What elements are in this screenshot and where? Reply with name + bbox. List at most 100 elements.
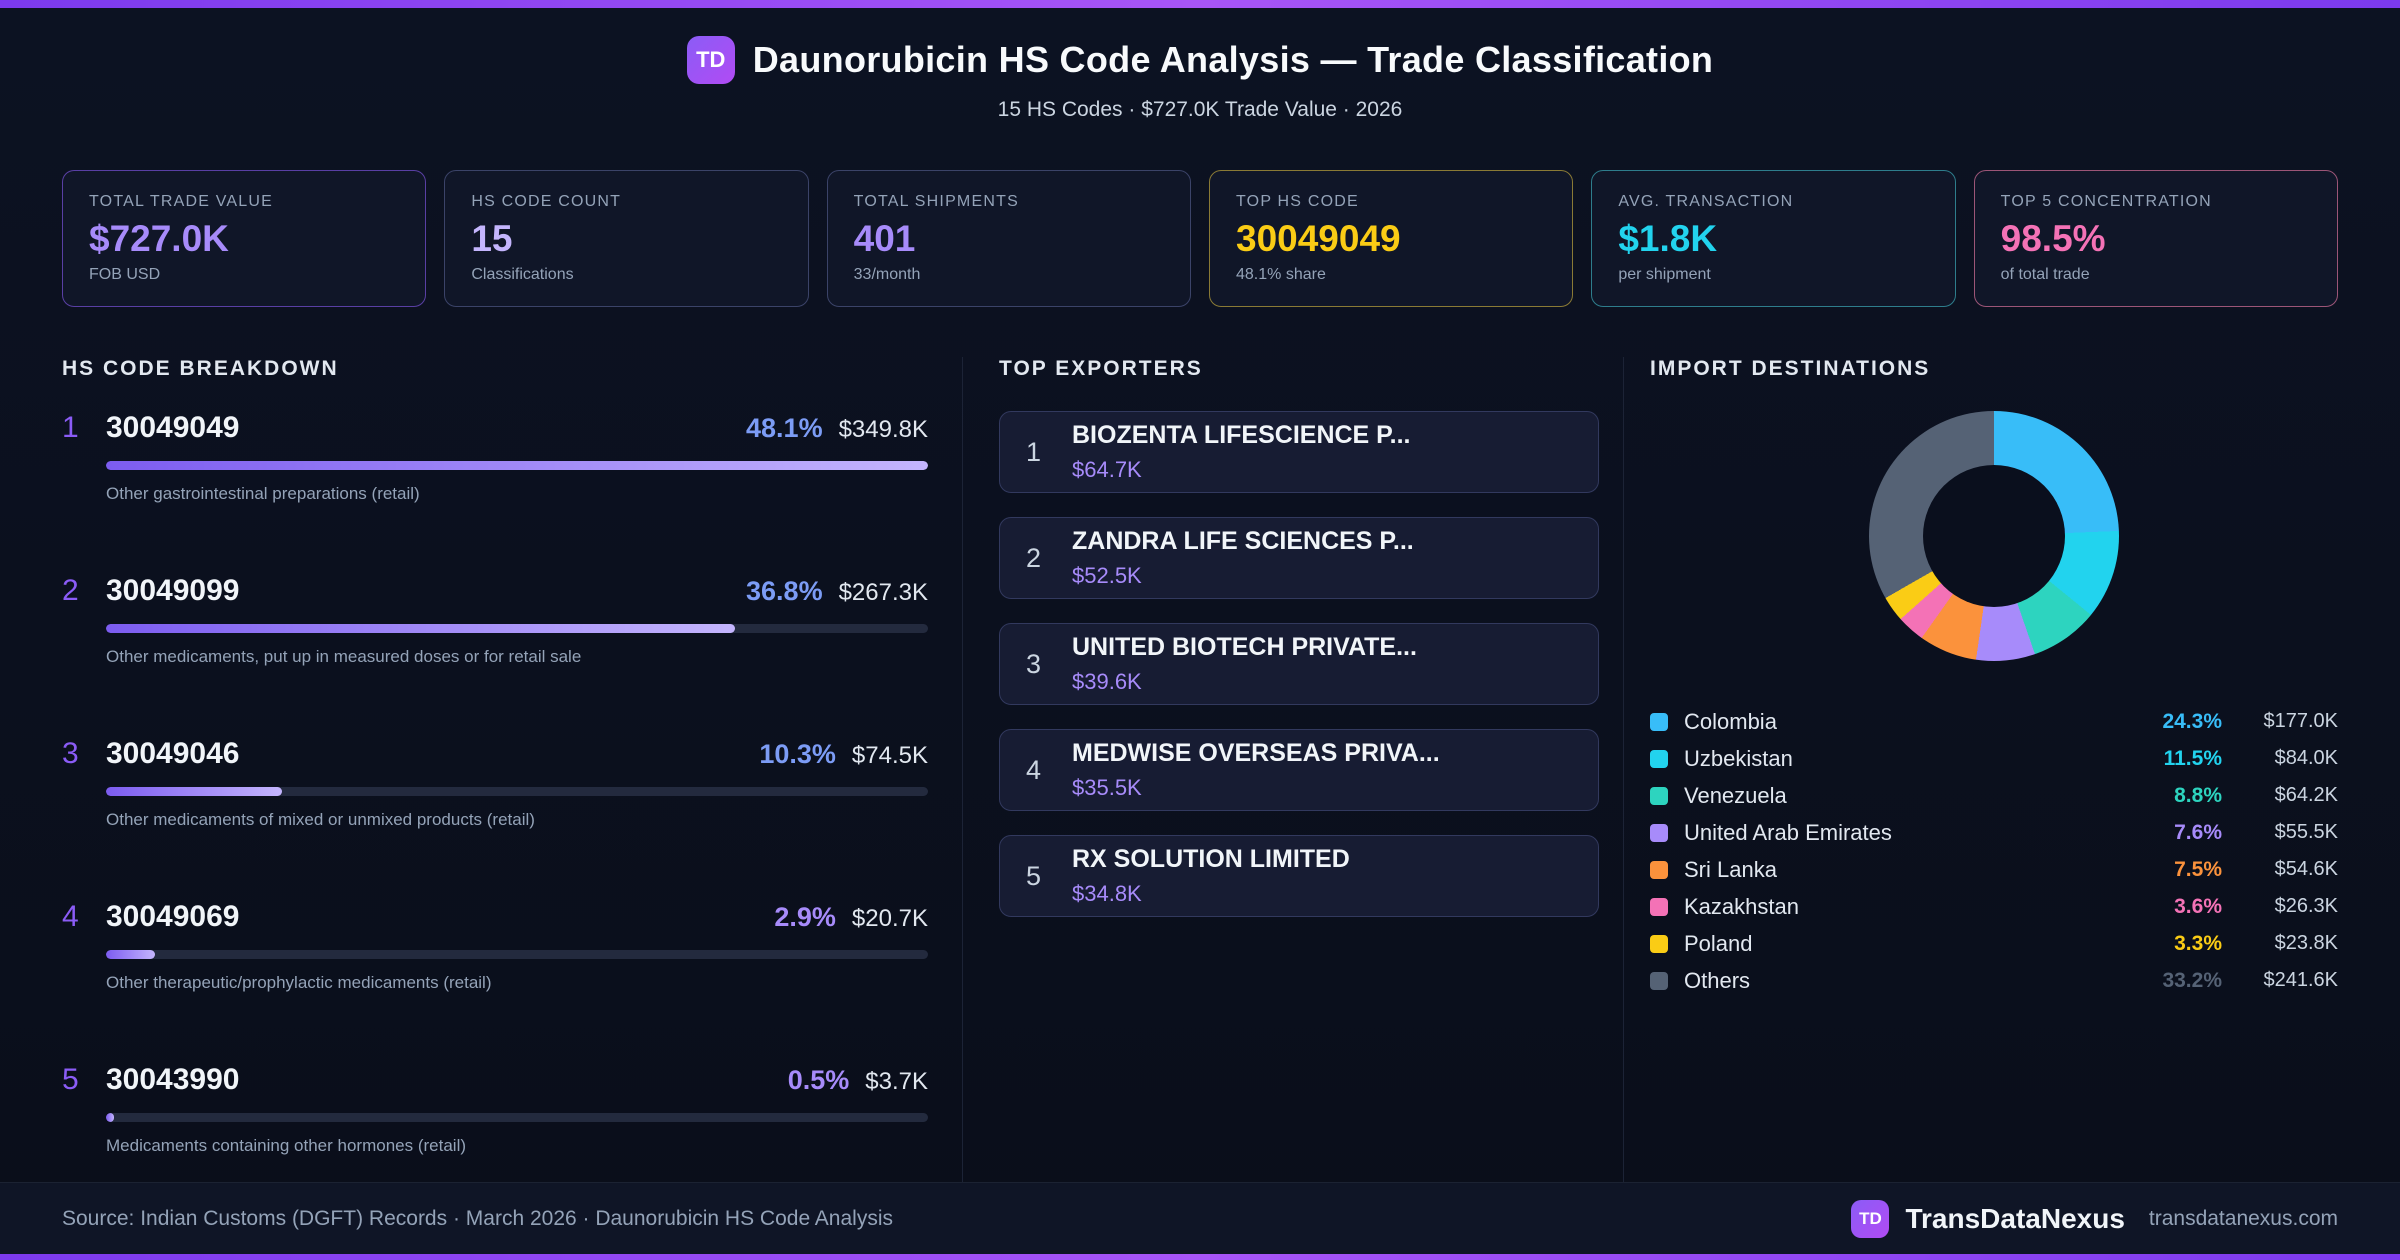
hs-code-row: 3 30049046 10.3% $74.5K Other medicament… (62, 737, 928, 830)
exporter-rank: 5 (1026, 860, 1042, 891)
stat-label: AVG. TRANSACTION (1618, 193, 1794, 210)
legend-percent: 7.6% (2174, 820, 2222, 844)
hs-share-percent: 48.1% (746, 413, 823, 443)
legend-swatch (1650, 934, 1668, 953)
hs-trade-value: $74.5K (851, 742, 928, 769)
exporter-rank: 2 (1026, 542, 1042, 573)
legend-swatch (1650, 897, 1668, 916)
hs-code-row: 1 30049049 48.1% $349.8K Other gastroint… (62, 411, 928, 504)
stat-value: 98.5% (2000, 218, 2106, 259)
hs-rank: 3 (62, 737, 79, 770)
legend-swatch (1650, 712, 1668, 731)
legend-swatch (1650, 971, 1668, 990)
exporter-value: $35.5K (1072, 775, 1142, 800)
stat-sub: 48.1% share (1236, 266, 1326, 283)
stat-value: 15 (471, 218, 513, 259)
exporter-rank: 4 (1026, 754, 1042, 785)
legend-row: Uzbekistan 11.5% $84.0K (1650, 740, 2338, 777)
hs-trade-value: $20.7K (851, 905, 928, 932)
legend-percent: 3.6% (2174, 894, 2222, 918)
hs-progress-fill (106, 950, 156, 959)
top-exporters-panel: TOP EXPORTERS 1 BIOZENTA LIFESCIENCE P..… (999, 357, 1599, 1182)
stat-value: 401 (853, 218, 916, 259)
hs-code-row: 4 30049069 2.9% $20.7K Other therapeutic… (62, 900, 928, 993)
exporter-card[interactable]: 1 BIOZENTA LIFESCIENCE P... $64.7K (999, 411, 1599, 493)
top-accent-bar (0, 0, 2400, 8)
page-title: Daunorubicin HS Code Analysis — Trade Cl… (752, 39, 1714, 80)
donut-chart-wrap (1869, 411, 2119, 661)
hs-description: Other medicaments, put up in measured do… (106, 647, 582, 666)
hs-progress-bar (106, 1113, 928, 1122)
exporter-value: $34.8K (1072, 881, 1142, 906)
header: TD Daunorubicin HS Code Analysis — Trade… (0, 8, 2400, 152)
source-text: Source: Indian Customs (DGFT) Records · … (62, 1206, 893, 1230)
import-destinations-panel: IMPORT DESTINATIONS Colombia 24.3% $177.… (1650, 357, 2338, 1182)
stat-card-total-shipments: TOTAL SHIPMENTS 401 33/month (826, 170, 1191, 307)
exporter-name: BIOZENTA LIFESCIENCE P... (1072, 421, 1411, 449)
exporter-value: $39.6K (1072, 669, 1142, 694)
hs-code: 30043990 (106, 1063, 240, 1096)
exporter-name: UNITED BIOTECH PRIVATE... (1072, 633, 1417, 661)
stat-label: TOP 5 CONCENTRATION (2000, 193, 2212, 210)
import-destinations-title: IMPORT DESTINATIONS (1650, 357, 1931, 380)
page-subtitle: 15 HS Codes · $727.0K Trade Value · 2026 (997, 98, 1403, 121)
legend-percent: 33.2% (2162, 968, 2222, 992)
stat-card-hs-code-count: HS CODE COUNT 15 Classifications (444, 170, 809, 307)
hs-share-percent: 10.3% (759, 739, 836, 769)
legend-country: Venezuela (1684, 782, 1787, 808)
legend-country: United Arab Emirates (1684, 819, 1892, 845)
hs-code: 30049069 (106, 900, 240, 933)
legend-country: Sri Lanka (1684, 856, 1777, 882)
legend-country: Others (1684, 967, 1751, 993)
legend-percent: 3.3% (2174, 931, 2222, 955)
hs-progress-bar (106, 624, 928, 633)
column-divider (1623, 357, 1624, 1182)
legend-percent: 7.5% (2174, 857, 2222, 881)
legend-row: Poland 3.3% $23.8K (1650, 925, 2338, 962)
legend-country: Uzbekistan (1684, 745, 1793, 771)
stat-card-avg-transaction: AVG. TRANSACTION $1.8K per shipment (1591, 170, 1956, 307)
exporter-rank: 1 (1026, 436, 1042, 467)
stat-label: TOP HS CODE (1236, 193, 1359, 210)
hs-trade-value: $3.7K (865, 1068, 928, 1095)
bottom-accent-bar (0, 1254, 2400, 1260)
hs-breakdown-panel: HS CODE BREAKDOWN 1 30049049 48.1% $349.… (62, 357, 928, 1182)
exporter-card[interactable]: 5 RX SOLUTION LIMITED $34.8K (999, 835, 1599, 917)
legend-amount: $26.3K (2274, 895, 2338, 917)
stat-sub: per shipment (1618, 266, 1711, 283)
stat-value: $1.8K (1618, 218, 1718, 259)
hs-rank: 5 (62, 1063, 79, 1096)
legend-swatch (1650, 786, 1668, 805)
exporter-card[interactable]: 4 MEDWISE OVERSEAS PRIVA... $35.5K (999, 729, 1599, 811)
hs-rank: 2 (62, 574, 79, 607)
main-content: HS CODE BREAKDOWN 1 30049049 48.1% $349.… (0, 357, 2400, 1182)
hs-code: 30049046 (106, 737, 240, 770)
exporter-name: MEDWISE OVERSEAS PRIVA... (1072, 739, 1440, 767)
app-logo: TD (686, 36, 735, 84)
exporter-name: RX SOLUTION LIMITED (1072, 845, 1350, 873)
hs-code-row: 5 30043990 0.5% $3.7K Medicaments contai… (62, 1063, 928, 1156)
stat-card-total-trade-value: TOTAL TRADE VALUE $727.0K FOB USD (62, 170, 427, 307)
hs-share-percent: 0.5% (787, 1065, 850, 1095)
hs-trade-value: $267.3K (838, 579, 928, 606)
hs-share-percent: 36.8% (746, 576, 823, 606)
hs-trade-value: $349.8K (838, 416, 928, 443)
legend-row: Sri Lanka 7.5% $54.6K (1650, 851, 2338, 888)
legend-percent: 11.5% (2163, 746, 2222, 770)
dashboard-page: TD Daunorubicin HS Code Analysis — Trade… (0, 0, 2400, 1260)
exporter-card[interactable]: 2 ZANDRA LIFE SCIENCES P... $52.5K (999, 517, 1599, 599)
brand-domain-link[interactable]: transdatanexus.com (2149, 1207, 2338, 1231)
legend-country: Kazakhstan (1684, 893, 1799, 919)
exporter-value: $52.5K (1072, 563, 1142, 588)
hs-code: 30049049 (106, 411, 240, 444)
footer: Source: Indian Customs (DGFT) Records · … (0, 1182, 2400, 1254)
exporter-card[interactable]: 3 UNITED BIOTECH PRIVATE... $39.6K (999, 623, 1599, 705)
legend-swatch (1650, 860, 1668, 879)
legend-amount: $177.0K (2263, 710, 2338, 732)
stat-label: TOTAL TRADE VALUE (89, 193, 274, 210)
legend-row: Others 33.2% $241.6K (1650, 962, 2338, 999)
exporter-rank: 3 (1026, 648, 1042, 679)
legend-amount: $241.6K (2263, 969, 2338, 991)
legend-country: Colombia (1684, 708, 1777, 734)
stat-value: 30049049 (1236, 218, 1401, 259)
